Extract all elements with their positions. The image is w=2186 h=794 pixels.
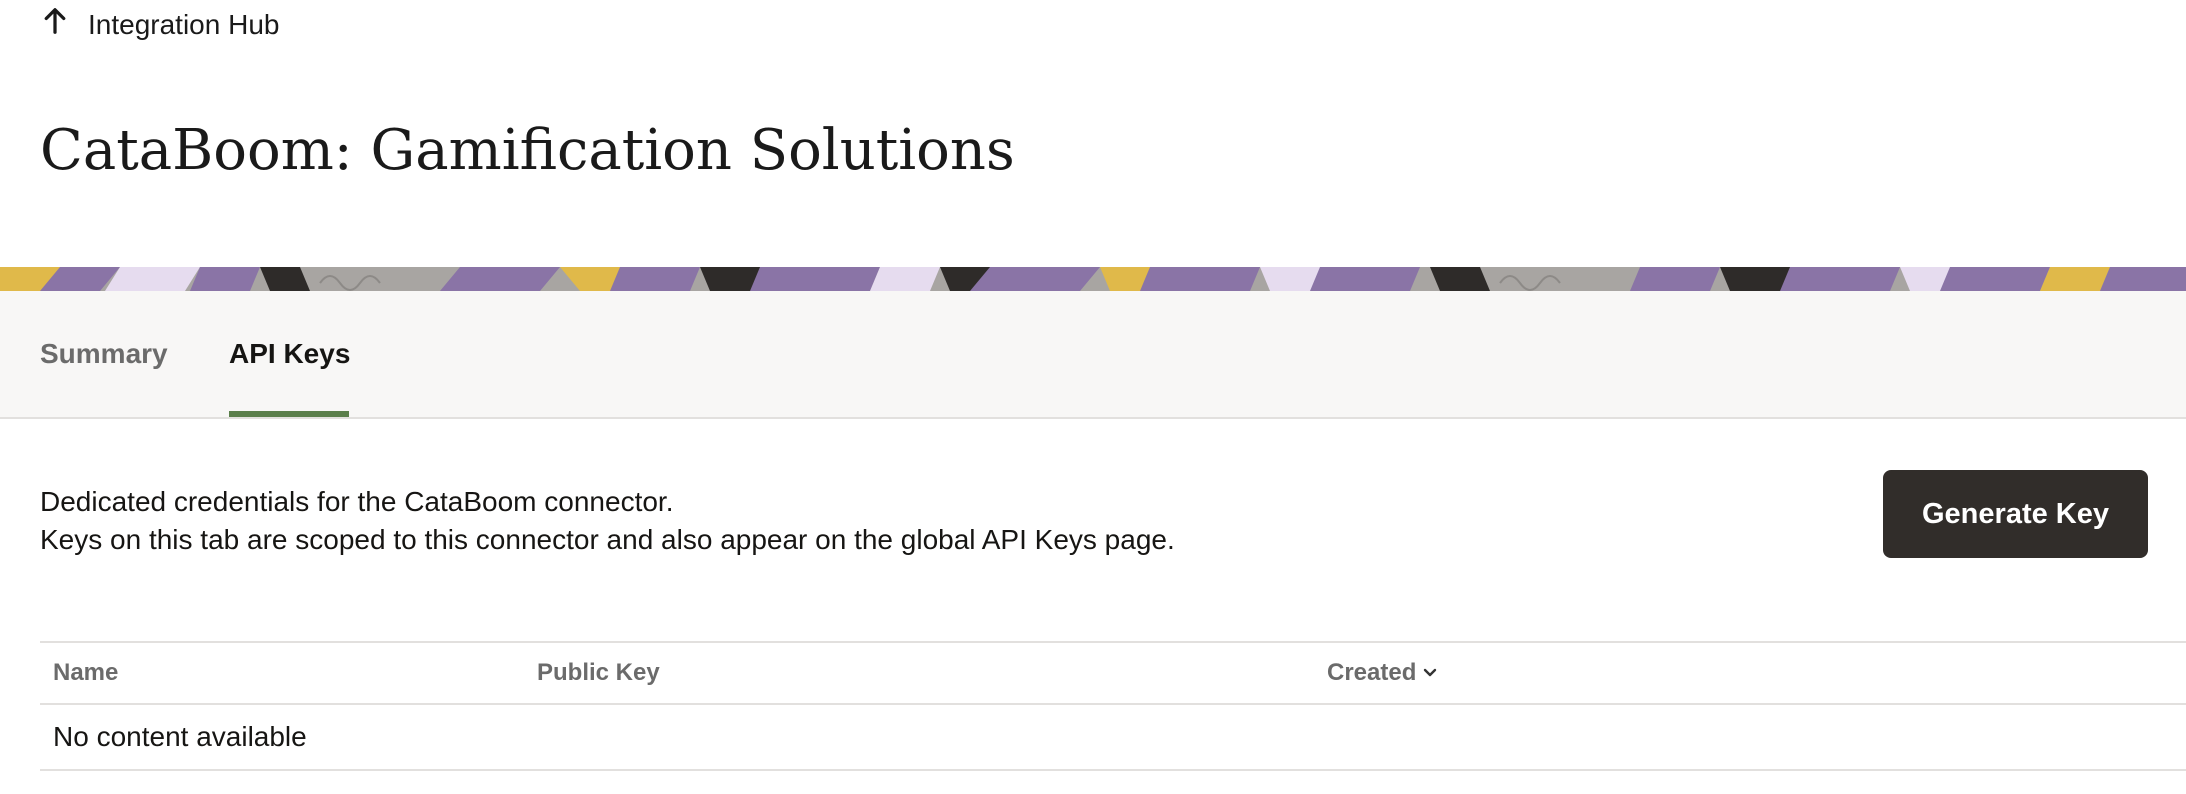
decorative-banner (0, 267, 2186, 291)
description: Dedicated credentials for the CataBoom c… (40, 483, 1175, 559)
column-header-created[interactable]: Created (1327, 643, 1438, 703)
page-title: CataBoom: Gamification Solutions (40, 118, 1015, 183)
description-line-2: Keys on this tab are scoped to this conn… (40, 524, 1175, 555)
api-keys-table: Name Public Key Created No content avail… (40, 641, 2186, 771)
empty-message: No content available (53, 721, 307, 752)
description-line-1: Dedicated credentials for the CataBoom c… (40, 486, 674, 517)
table-empty-row: No content available (40, 705, 2186, 771)
column-header-public-key: Public Key (537, 659, 660, 686)
column-header-name: Name (53, 659, 119, 686)
back-link[interactable]: Integration Hub (40, 6, 279, 43)
arrow-up-icon (40, 6, 70, 43)
tab-selected-indicator (229, 411, 349, 417)
tab-bar: Summary API Keys (0, 291, 2186, 419)
generate-key-button[interactable]: Generate Key (1883, 470, 2148, 558)
column-header-created-label: Created (1327, 659, 1417, 686)
tab-api-keys[interactable]: API Keys (229, 291, 350, 417)
table-header: Name Public Key Created (40, 641, 2186, 705)
tab-summary[interactable]: Summary (40, 291, 168, 417)
chevron-down-icon (1422, 659, 1438, 687)
page: Integration Hub CataBoom: Gamification S… (0, 0, 2186, 794)
back-link-label: Integration Hub (88, 8, 280, 40)
